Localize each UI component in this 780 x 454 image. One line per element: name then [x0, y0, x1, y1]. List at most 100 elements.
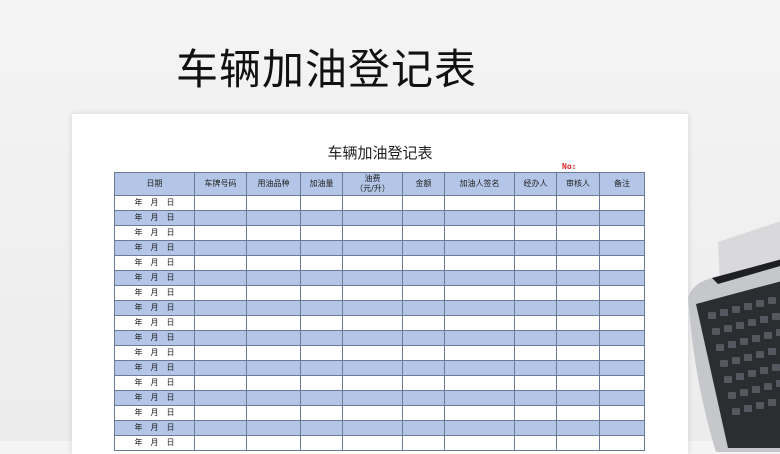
table-cell[interactable]	[514, 330, 557, 346]
table-cell[interactable]	[300, 195, 343, 211]
date-cell[interactable]: 年 月 日	[114, 330, 195, 346]
table-cell[interactable]	[246, 360, 301, 376]
table-cell[interactable]	[556, 330, 600, 346]
table-cell[interactable]	[342, 300, 403, 316]
table-cell[interactable]	[300, 240, 343, 256]
table-cell[interactable]	[194, 300, 247, 316]
table-cell[interactable]	[599, 210, 645, 226]
table-cell[interactable]	[194, 405, 247, 421]
table-cell[interactable]	[246, 405, 301, 421]
table-cell[interactable]	[514, 405, 557, 421]
table-cell[interactable]	[194, 255, 247, 271]
table-cell[interactable]	[402, 345, 445, 361]
table-cell[interactable]	[556, 315, 600, 331]
table-cell[interactable]	[402, 315, 445, 331]
table-cell[interactable]	[599, 240, 645, 256]
table-cell[interactable]	[556, 225, 600, 241]
table-cell[interactable]	[342, 420, 403, 436]
date-cell[interactable]: 年 月 日	[114, 375, 195, 391]
table-cell[interactable]	[246, 240, 301, 256]
table-cell[interactable]	[556, 360, 600, 376]
table-cell[interactable]	[300, 285, 343, 301]
table-cell[interactable]	[599, 345, 645, 361]
table-cell[interactable]	[342, 225, 403, 241]
table-cell[interactable]	[514, 225, 557, 241]
table-cell[interactable]	[402, 420, 445, 436]
table-cell[interactable]	[599, 435, 645, 451]
date-cell[interactable]: 年 月 日	[114, 300, 195, 316]
table-cell[interactable]	[556, 345, 600, 361]
table-cell[interactable]	[444, 210, 515, 226]
date-cell[interactable]: 年 月 日	[114, 345, 195, 361]
table-cell[interactable]	[246, 330, 301, 346]
table-cell[interactable]	[599, 300, 645, 316]
table-cell[interactable]	[444, 390, 515, 406]
table-cell[interactable]	[246, 255, 301, 271]
table-cell[interactable]	[599, 420, 645, 436]
date-cell[interactable]: 年 月 日	[114, 435, 195, 451]
table-cell[interactable]	[402, 210, 445, 226]
table-cell[interactable]	[556, 390, 600, 406]
table-cell[interactable]	[246, 435, 301, 451]
table-cell[interactable]	[402, 285, 445, 301]
table-cell[interactable]	[402, 300, 445, 316]
table-cell[interactable]	[556, 435, 600, 451]
table-cell[interactable]	[402, 375, 445, 391]
table-cell[interactable]	[300, 300, 343, 316]
table-cell[interactable]	[556, 270, 600, 286]
table-cell[interactable]	[444, 405, 515, 421]
table-cell[interactable]	[246, 375, 301, 391]
table-cell[interactable]	[556, 210, 600, 226]
table-cell[interactable]	[342, 210, 403, 226]
table-cell[interactable]	[599, 405, 645, 421]
table-cell[interactable]	[444, 315, 515, 331]
table-cell[interactable]	[402, 270, 445, 286]
table-cell[interactable]	[300, 375, 343, 391]
table-cell[interactable]	[246, 315, 301, 331]
table-cell[interactable]	[514, 255, 557, 271]
table-cell[interactable]	[402, 225, 445, 241]
table-cell[interactable]	[514, 360, 557, 376]
table-cell[interactable]	[444, 255, 515, 271]
table-cell[interactable]	[514, 285, 557, 301]
table-cell[interactable]	[444, 195, 515, 211]
table-cell[interactable]	[246, 345, 301, 361]
table-cell[interactable]	[300, 210, 343, 226]
date-cell[interactable]: 年 月 日	[114, 360, 195, 376]
table-cell[interactable]	[599, 315, 645, 331]
table-cell[interactable]	[194, 420, 247, 436]
table-cell[interactable]	[194, 435, 247, 451]
table-cell[interactable]	[402, 435, 445, 451]
table-cell[interactable]	[556, 405, 600, 421]
table-cell[interactable]	[444, 285, 515, 301]
date-cell[interactable]: 年 月 日	[114, 315, 195, 331]
table-cell[interactable]	[599, 225, 645, 241]
table-cell[interactable]	[514, 390, 557, 406]
table-cell[interactable]	[514, 240, 557, 256]
table-cell[interactable]	[514, 195, 557, 211]
table-cell[interactable]	[246, 420, 301, 436]
date-cell[interactable]: 年 月 日	[114, 285, 195, 301]
date-cell[interactable]: 年 月 日	[114, 405, 195, 421]
table-cell[interactable]	[194, 285, 247, 301]
table-cell[interactable]	[402, 360, 445, 376]
table-cell[interactable]	[402, 390, 445, 406]
table-cell[interactable]	[514, 375, 557, 391]
table-cell[interactable]	[514, 345, 557, 361]
table-cell[interactable]	[599, 270, 645, 286]
table-cell[interactable]	[342, 375, 403, 391]
table-cell[interactable]	[194, 210, 247, 226]
table-cell[interactable]	[194, 345, 247, 361]
table-cell[interactable]	[194, 240, 247, 256]
table-cell[interactable]	[246, 300, 301, 316]
table-cell[interactable]	[342, 390, 403, 406]
table-cell[interactable]	[300, 330, 343, 346]
table-cell[interactable]	[402, 255, 445, 271]
table-cell[interactable]	[514, 300, 557, 316]
table-cell[interactable]	[300, 225, 343, 241]
date-cell[interactable]: 年 月 日	[114, 420, 195, 436]
table-cell[interactable]	[599, 375, 645, 391]
date-cell[interactable]: 年 月 日	[114, 255, 195, 271]
table-cell[interactable]	[300, 420, 343, 436]
table-cell[interactable]	[599, 195, 645, 211]
